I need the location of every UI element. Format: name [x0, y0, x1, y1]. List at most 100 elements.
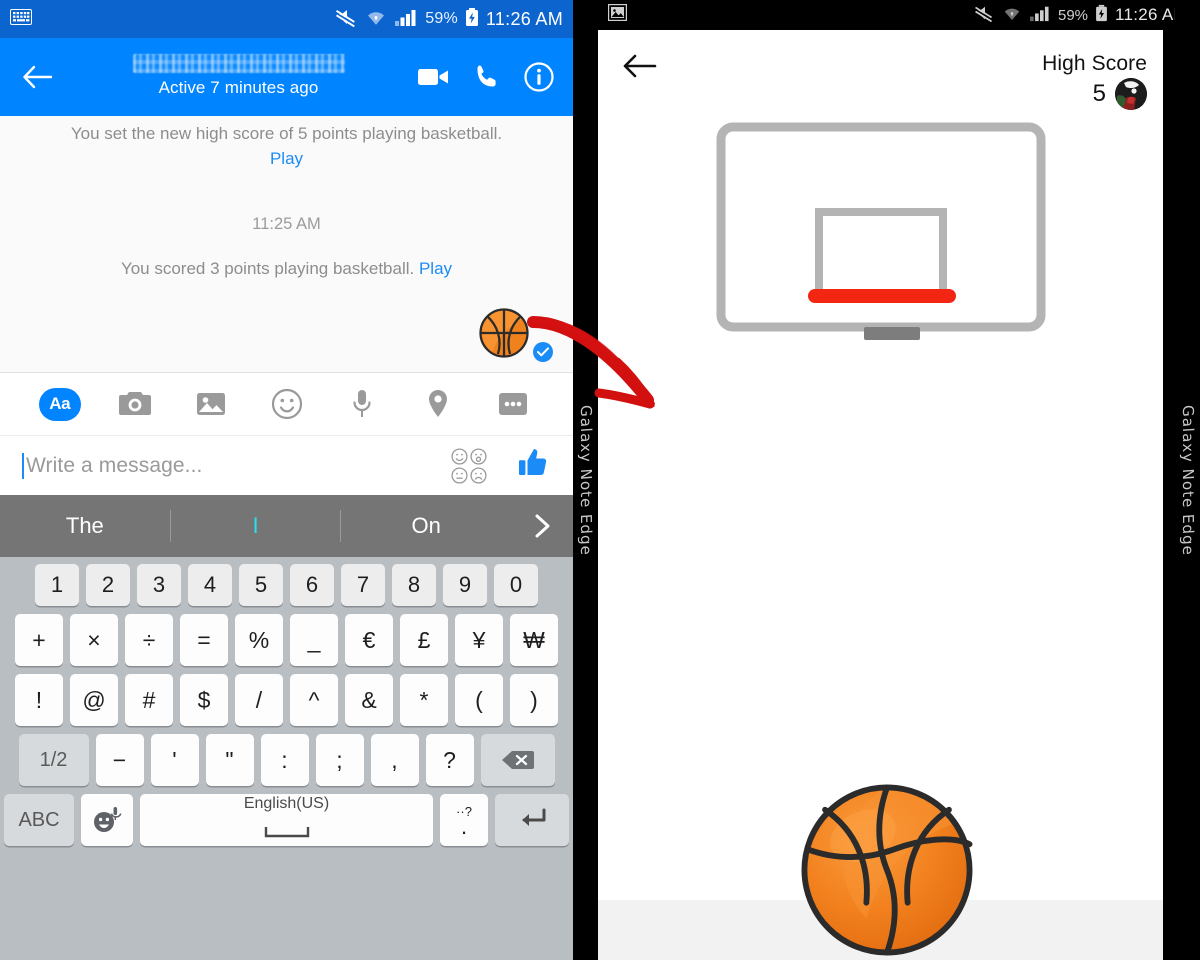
key-period[interactable]: ··? . — [440, 794, 488, 846]
key-exclamation[interactable]: ! — [15, 674, 63, 726]
avatar[interactable] — [1115, 78, 1147, 110]
key-9[interactable]: 9 — [443, 564, 487, 606]
basketball-game-screen[interactable]: High Score 5 — [598, 30, 1163, 960]
sticker-grid-icon[interactable] — [451, 447, 487, 484]
screenshot-stage: 59% 11:26 AM Active 7 minutes ago You se… — [0, 0, 1200, 960]
key-ampersand[interactable]: & — [345, 674, 393, 726]
sent-basketball-message[interactable] — [479, 308, 553, 362]
photo-gallery-icon[interactable] — [173, 390, 249, 418]
high-score-label: High Score — [1042, 52, 1147, 75]
key-3[interactable]: 3 — [137, 564, 181, 606]
key-5[interactable]: 5 — [239, 564, 283, 606]
space-bar-icon — [264, 817, 310, 844]
samsung-keyboard: The I On 1 2 3 4 5 6 7 8 9 0 + × ÷ = % _… — [0, 495, 573, 960]
space-language-label: English(US) — [243, 795, 330, 812]
key-colon[interactable]: : — [260, 734, 309, 786]
battery-charging-icon — [1095, 4, 1108, 27]
edge-panel-label: Galaxy Note Edge — [576, 403, 595, 556]
composer-icon-row: Aa — [0, 373, 573, 435]
key-divide[interactable]: ÷ — [125, 614, 173, 666]
key-equals[interactable]: = — [180, 614, 228, 666]
keyboard-row-math: + × ÷ = % _ € £ ¥ ₩ — [4, 614, 569, 666]
thumbs-up-icon[interactable] — [515, 446, 549, 485]
basketball[interactable] — [801, 784, 973, 956]
key-paren-open[interactable]: ( — [455, 674, 503, 726]
message-input[interactable]: Write a message... — [26, 454, 451, 478]
emoji-mic-icon[interactable] — [81, 794, 133, 846]
key-8[interactable]: 8 — [392, 564, 436, 606]
key-pound[interactable]: £ — [400, 614, 448, 666]
video-call-icon[interactable] — [417, 65, 451, 89]
key-page-toggle[interactable]: 1/2 — [18, 734, 89, 786]
contact-info[interactable]: Active 7 minutes ago — [60, 54, 417, 100]
back-arrow-icon[interactable] — [14, 64, 60, 90]
system-message-highscore: You set the new high score of 5 points p… — [0, 116, 573, 171]
suggestion-0[interactable]: The — [0, 513, 170, 539]
wifi-icon — [1002, 4, 1022, 27]
key-comma[interactable]: , — [370, 734, 419, 786]
key-question[interactable]: ? — [425, 734, 474, 786]
key-semicolon[interactable]: ; — [315, 734, 364, 786]
key-1[interactable]: 1 — [35, 564, 79, 606]
key-multiply[interactable]: × — [70, 614, 118, 666]
contact-name-redacted — [132, 54, 345, 73]
keyboard-row-bottom: ABC English(US) ··? . — [4, 794, 569, 846]
suggestion-1[interactable]: I — [171, 513, 341, 539]
key-period-label: . — [460, 814, 468, 839]
text-caret — [22, 452, 24, 479]
more-options-icon[interactable] — [475, 390, 551, 418]
battery-percent-label: 59% — [1058, 6, 1089, 24]
camera-icon[interactable] — [98, 390, 174, 418]
key-euro[interactable]: € — [345, 614, 393, 666]
keyboard-icon — [10, 8, 32, 30]
space-key[interactable]: English(US) — [140, 794, 433, 846]
enter-key-icon[interactable] — [495, 794, 569, 846]
play-link[interactable]: Play — [419, 259, 452, 278]
back-arrow-icon[interactable] — [622, 52, 658, 85]
key-4[interactable]: 4 — [188, 564, 232, 606]
chevron-right-icon[interactable] — [511, 513, 573, 539]
high-score-value: 5 — [1092, 80, 1106, 107]
key-paren-close[interactable]: ) — [510, 674, 558, 726]
text-mode-label: Aa — [38, 387, 81, 421]
key-slash[interactable]: / — [235, 674, 283, 726]
key-percent[interactable]: % — [235, 614, 283, 666]
key-apostrophe[interactable]: ' — [150, 734, 199, 786]
key-quote[interactable]: " — [205, 734, 254, 786]
message-input-row[interactable]: Write a message... — [0, 435, 573, 495]
key-yen[interactable]: ¥ — [455, 614, 503, 666]
text-mode-button[interactable]: Aa — [22, 387, 98, 421]
emoji-icon[interactable] — [249, 388, 325, 420]
phone-call-icon[interactable] — [473, 63, 501, 91]
key-abc-toggle[interactable]: ABC — [4, 794, 74, 846]
edge-panel-left: Galaxy Note Edge — [573, 0, 598, 960]
key-asterisk[interactable]: * — [400, 674, 448, 726]
key-7[interactable]: 7 — [341, 564, 385, 606]
keyboard-row-numbers: 1 2 3 4 5 6 7 8 9 0 — [4, 564, 569, 606]
high-score-display: High Score 5 — [1042, 52, 1147, 110]
key-0[interactable]: 0 — [494, 564, 538, 606]
key-at[interactable]: @ — [70, 674, 118, 726]
key-hash[interactable]: # — [125, 674, 173, 726]
key-minus[interactable]: − — [95, 734, 144, 786]
left-phone-messenger: 59% 11:26 AM Active 7 minutes ago You se… — [0, 0, 573, 960]
key-caret[interactable]: ^ — [290, 674, 338, 726]
status-bar-time: 11:26 AM — [485, 8, 563, 29]
backspace-icon[interactable] — [480, 734, 555, 786]
key-2[interactable]: 2 — [86, 564, 130, 606]
info-icon[interactable] — [523, 61, 555, 93]
key-won[interactable]: ₩ — [510, 614, 558, 666]
location-pin-icon[interactable] — [400, 388, 476, 420]
key-underscore[interactable]: _ — [290, 614, 338, 666]
seen-check-icon — [533, 342, 553, 362]
suggestion-2[interactable]: On — [341, 513, 511, 539]
microphone-icon[interactable] — [324, 388, 400, 420]
signal-icon — [1029, 4, 1051, 27]
message-thread[interactable]: You set the new high score of 5 points p… — [0, 116, 573, 373]
right-phone-basketball-game: 59% 11:26 AM High Score 5 — [598, 0, 1200, 960]
key-plus[interactable]: + — [15, 614, 63, 666]
key-dollar[interactable]: $ — [180, 674, 228, 726]
battery-percent-label: 59% — [425, 10, 458, 27]
play-link[interactable]: Play — [270, 149, 303, 168]
key-6[interactable]: 6 — [290, 564, 334, 606]
